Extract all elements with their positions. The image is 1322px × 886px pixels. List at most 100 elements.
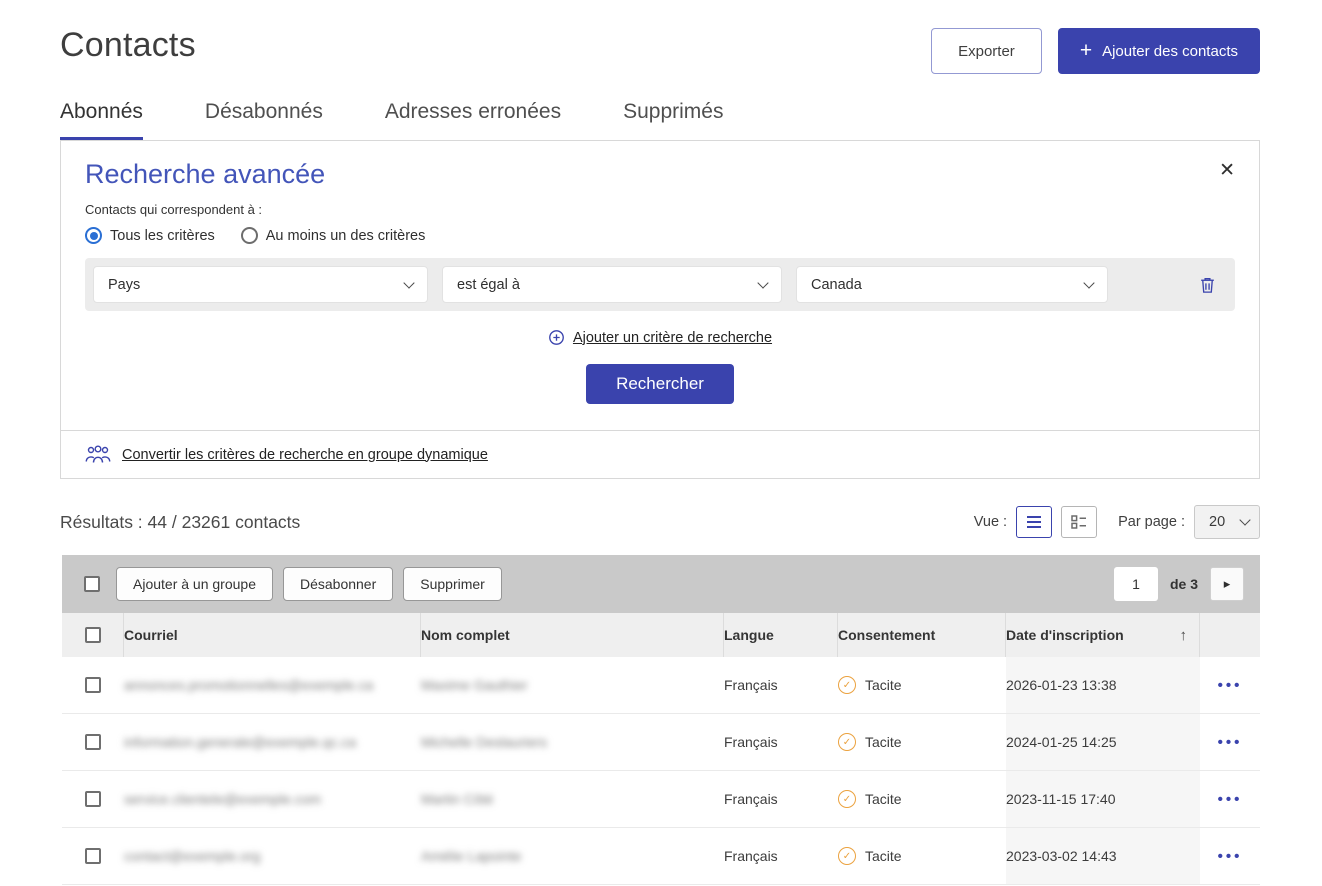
bulk-actions: Ajouter à un groupe Désabonner Supprimer — [116, 567, 502, 601]
column-header-name[interactable]: Nom complet — [421, 613, 724, 657]
tab-abonnes[interactable]: Abonnés — [60, 100, 143, 140]
radio-any-criteria-control[interactable] — [241, 227, 258, 244]
radio-any-criteria[interactable]: Au moins un des critères — [241, 227, 426, 244]
criterion-value-select[interactable]: Canada — [796, 266, 1108, 303]
contacts-table: Ajouter à un groupe Désabonner Supprimer… — [62, 555, 1260, 885]
convert-to-group-link[interactable]: Convertir les critères de recherche en g… — [122, 447, 488, 463]
select-all-checkbox[interactable] — [84, 576, 100, 592]
search-button[interactable]: Rechercher — [586, 364, 734, 404]
row-actions-menu[interactable]: ••• — [1218, 677, 1243, 694]
trash-icon[interactable] — [1198, 275, 1217, 295]
chevron-down-icon — [1239, 514, 1250, 525]
row-checkbox[interactable] — [85, 677, 101, 693]
sort-ascending-icon[interactable]: ↑ — [1180, 627, 1188, 644]
header-select-all-checkbox[interactable] — [85, 627, 101, 643]
row-actions-menu[interactable]: ••• — [1218, 734, 1243, 751]
tab-bar: Abonnés Désabonnés Adresses erronées Sup… — [0, 74, 1322, 140]
column-header-language[interactable]: Langue — [724, 613, 838, 657]
advanced-search-title: Recherche avancée — [85, 159, 1235, 190]
add-to-group-button[interactable]: Ajouter à un groupe — [116, 567, 273, 601]
close-icon[interactable]: ✕ — [1219, 161, 1235, 180]
criterion-operator-select[interactable]: est égal à — [442, 266, 782, 303]
row-checkbox[interactable] — [85, 734, 101, 750]
row-actions-menu[interactable]: ••• — [1218, 791, 1243, 808]
card-view-icon — [1071, 515, 1087, 529]
add-contacts-button[interactable]: + Ajouter des contacts — [1058, 28, 1260, 74]
plus-icon: + — [1080, 40, 1092, 61]
card-view-button[interactable] — [1061, 506, 1097, 538]
contact-consent-cell: ✓ Tacite — [838, 828, 1006, 884]
contact-name: Michelle Deslauriers — [421, 734, 547, 750]
column-header-date[interactable]: Date d'inscription ↑ — [1006, 613, 1200, 657]
results-summary: Résultats : 44 / 23261 contacts — [60, 512, 300, 533]
row-checkbox-cell — [62, 828, 124, 884]
criterion-value-value: Canada — [811, 277, 862, 293]
search-button-row: Rechercher — [85, 364, 1235, 404]
criterion-row: Pays est égal à Canada — [85, 258, 1235, 311]
row-checkbox[interactable] — [85, 848, 101, 864]
contact-consent: Tacite — [865, 734, 902, 750]
contact-date: 2023-11-15 17:40 — [1006, 771, 1200, 827]
contact-date: 2026-01-23 13:38 — [1006, 657, 1200, 713]
contact-email: contact@exemple.org — [124, 848, 260, 864]
criterion-field-select[interactable]: Pays — [93, 266, 428, 303]
group-icon — [85, 445, 111, 464]
contact-date: 2024-01-25 14:25 — [1006, 714, 1200, 770]
delete-button[interactable]: Supprimer — [403, 567, 502, 601]
consent-check-icon: ✓ — [838, 676, 856, 694]
list-view-button[interactable] — [1016, 506, 1052, 538]
contact-language: Français — [724, 714, 838, 770]
contact-consent-cell: ✓ Tacite — [838, 714, 1006, 770]
next-page-icon: ▸ — [1224, 576, 1231, 592]
contact-email: information.generale@exemple.qc.ca — [124, 734, 356, 750]
export-button[interactable]: Exporter — [931, 28, 1042, 74]
results-bar: Résultats : 44 / 23261 contacts Vue : Pa… — [60, 505, 1260, 539]
page-header: Contacts Exporter + Ajouter des contacts — [0, 0, 1322, 74]
table-header-row: Courriel Nom complet Langue Consentement… — [62, 613, 1260, 657]
list-view-icon — [1026, 515, 1042, 529]
contact-name: Maxime Gauthier — [421, 677, 528, 693]
row-checkbox-cell — [62, 714, 124, 770]
tab-supprimes[interactable]: Supprimés — [623, 100, 723, 140]
criterion-operator-value: est égal à — [457, 277, 520, 293]
contact-name: Martin Côté — [421, 791, 493, 807]
contact-consent-cell: ✓ Tacite — [838, 771, 1006, 827]
match-label: Contacts qui correspondent à : — [85, 202, 1235, 217]
per-page-label: Par page : — [1118, 514, 1185, 530]
view-controls: Vue : Par page : 20 — [974, 505, 1260, 539]
table-row: contact@exemple.org Amélie Lapointe Fran… — [62, 828, 1260, 885]
column-header-consent[interactable]: Consentement — [838, 613, 1006, 657]
row-checkbox[interactable] — [85, 791, 101, 807]
column-header-email[interactable]: Courriel — [124, 613, 421, 657]
contact-language: Français — [724, 771, 838, 827]
column-header-actions — [1200, 613, 1260, 657]
header-actions: Exporter + Ajouter des contacts — [931, 28, 1260, 74]
add-criterion-link-text[interactable]: Ajouter un critère de recherche — [573, 330, 772, 346]
contact-consent: Tacite — [865, 848, 902, 864]
table-row: information.generale@exemple.qc.ca Miche… — [62, 714, 1260, 771]
page-total-label: de 3 — [1170, 576, 1198, 592]
row-checkbox-cell — [62, 657, 124, 713]
row-checkbox-cell — [62, 771, 124, 827]
consent-check-icon: ✓ — [838, 733, 856, 751]
add-criterion-link[interactable]: Ajouter un critère de recherche — [548, 329, 772, 346]
chevron-down-icon — [757, 277, 768, 288]
contacts-page: Contacts Exporter + Ajouter des contacts… — [0, 0, 1322, 886]
add-contacts-label: Ajouter des contacts — [1102, 43, 1238, 60]
radio-all-criteria-control[interactable] — [85, 227, 102, 244]
chevron-down-icon — [403, 277, 414, 288]
advanced-search-main: Recherche avancée ✕ Contacts qui corresp… — [61, 141, 1259, 430]
next-page-button[interactable]: ▸ — [1210, 567, 1244, 601]
contact-consent: Tacite — [865, 791, 902, 807]
unsubscribe-button[interactable]: Désabonner — [283, 567, 393, 601]
page-title: Contacts — [60, 26, 196, 65]
radio-all-criteria-label[interactable]: Tous les critères — [110, 228, 215, 244]
page-number-input[interactable] — [1114, 567, 1158, 601]
radio-any-criteria-label[interactable]: Au moins un des critères — [266, 228, 426, 244]
tab-desabonnes[interactable]: Désabonnés — [205, 100, 323, 140]
per-page-select[interactable]: 20 — [1194, 505, 1260, 539]
radio-all-criteria[interactable]: Tous les critères — [85, 227, 215, 244]
consent-check-icon: ✓ — [838, 847, 856, 865]
row-actions-menu[interactable]: ••• — [1218, 848, 1243, 865]
tab-adresses-erronees[interactable]: Adresses erronées — [385, 100, 561, 140]
